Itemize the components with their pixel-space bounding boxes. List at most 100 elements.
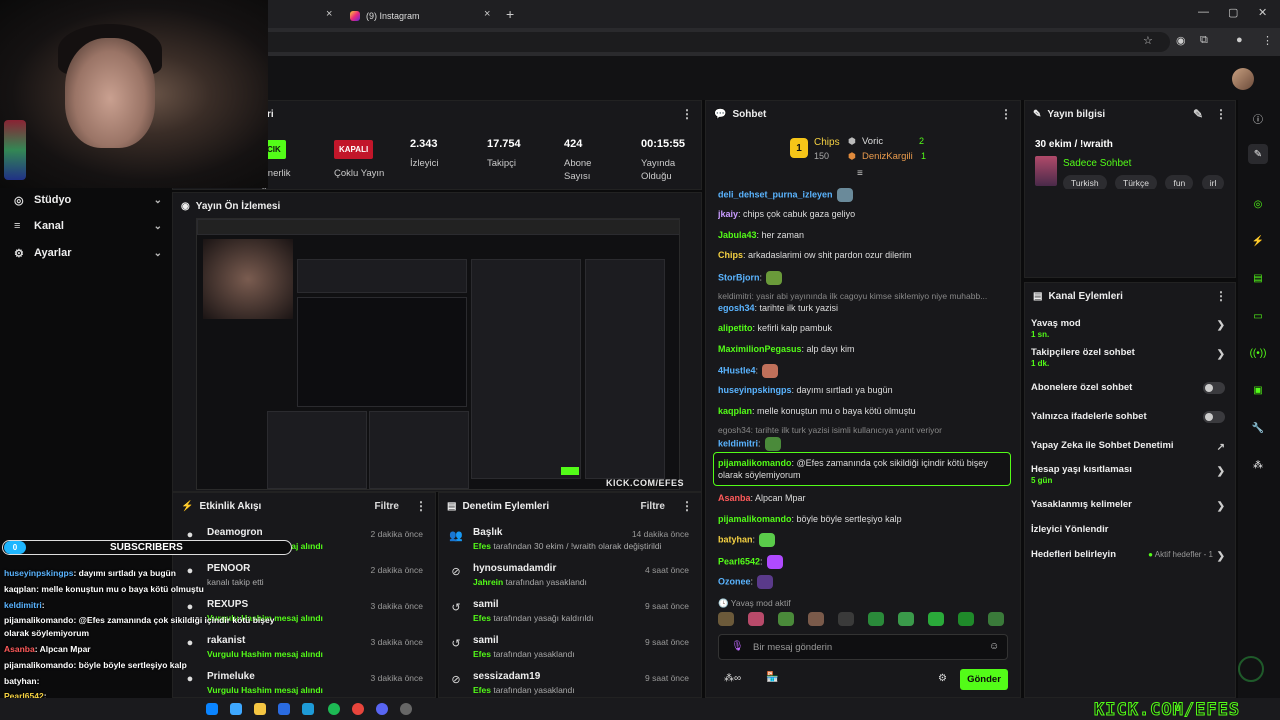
menu-icon[interactable]: ⋮ — [1262, 34, 1273, 47]
expand-icon[interactable]: ≡ — [857, 168, 863, 179]
extension-icon[interactable]: ◉ — [1176, 34, 1186, 47]
row-name[interactable]: Deamogron — [207, 527, 263, 538]
chat-message[interactable]: Jabula43: her zaman — [718, 229, 1010, 241]
action-raid[interactable]: İzleyici Yönlendir — [1031, 524, 1227, 535]
maximize-button[interactable]: ▢ — [1228, 6, 1238, 19]
profile-icon[interactable]: ● — [1236, 34, 1243, 46]
message-user[interactable]: MaximilionPegasus — [718, 344, 802, 354]
emote-icon[interactable] — [808, 612, 824, 626]
chat-message[interactable]: Asanba: Alpcan Mpar — [718, 492, 1010, 504]
highlighted-message[interactable]: pijamalikomando: @Efes zamanında çok sik… — [713, 452, 1011, 486]
more-options-icon[interactable]: ⋮ — [1000, 107, 1012, 121]
sidebar-item-channel[interactable]: ≡ Kanal ⌄ — [14, 215, 162, 237]
more-options-icon[interactable]: ⋮ — [681, 499, 693, 513]
chat-reply-context[interactable]: keldimitri: yasir abi yayınında ilk cago… — [718, 290, 1010, 302]
chat-reply-context[interactable]: egosh34: tarihte ilk turk yazisi isimli … — [718, 424, 1010, 436]
url-field[interactable] — [240, 32, 1170, 52]
row-name[interactable]: rakanist — [207, 635, 245, 646]
message-user[interactable]: Ozonee — [718, 576, 751, 586]
chat-message[interactable]: egosh34: tarihte ilk turk yazisi — [718, 302, 1010, 314]
message-user[interactable]: kaqplan — [718, 406, 752, 416]
stream-preview-video[interactable] — [196, 218, 680, 490]
row-name[interactable]: sessizadam19 — [473, 671, 540, 682]
chat-message[interactable]: batyhan: — [718, 533, 1010, 547]
store-icon[interactable]: 🏪 — [766, 672, 778, 683]
outlook-icon[interactable] — [278, 703, 290, 715]
row-name[interactable]: samil — [473, 635, 499, 646]
star-icon[interactable]: ☆ — [1143, 34, 1153, 47]
message-user[interactable]: Chips — [718, 250, 743, 260]
chat-message[interactable]: huseyinpskingps: dayımı sırtladı ya bugü… — [718, 384, 1010, 396]
action-banned-words[interactable]: Yasaklanmış kelimeler ❯ — [1031, 499, 1227, 512]
filter-button[interactable]: Filtre — [375, 501, 399, 512]
bolt-icon[interactable]: ⚡ — [1248, 231, 1268, 251]
tab-close-button[interactable]: × — [326, 8, 332, 20]
row-name[interactable]: Primeluke — [207, 671, 255, 682]
emote-icon[interactable] — [748, 612, 764, 626]
tab-close-button[interactable]: × — [484, 8, 490, 20]
app-icon[interactable] — [400, 703, 412, 715]
emote-icon[interactable] — [988, 612, 1004, 626]
message-user[interactable]: huseyinpskingps — [718, 385, 792, 395]
message-user[interactable]: StorBjorn — [718, 272, 760, 282]
action-ai-moderation[interactable]: Yapay Zeka ile Sohbet Denetimi ↗ — [1031, 440, 1227, 453]
chat-input[interactable]: 🎙 Bir mesaj gönderin ☺ — [718, 634, 1008, 660]
message-user[interactable]: deli_dehset_purna_izleyen — [718, 189, 833, 199]
avatar[interactable] — [1232, 68, 1254, 90]
chat-message[interactable]: alipetito: kefirli kalp pambuk — [718, 322, 1010, 334]
sidebar-item-studio[interactable]: ◎ Stüdyo ⌄ — [14, 189, 162, 211]
chat-message[interactable]: Pearl6542: — [718, 555, 1010, 569]
emote-icon[interactable] — [868, 612, 884, 626]
message-user[interactable]: alipetito — [718, 323, 753, 333]
row-name[interactable]: hynosumadamdir — [473, 563, 556, 574]
chat-message[interactable]: MaximilionPegasus: alp dayı kim — [718, 343, 1010, 355]
edge-icon[interactable] — [206, 703, 218, 715]
chat-message[interactable]: keldimitri: — [718, 437, 1010, 451]
emoji-icon[interactable]: ☺ — [989, 641, 999, 652]
target-icon[interactable]: ◎ — [1248, 194, 1268, 214]
category-thumbnail[interactable] — [1035, 156, 1057, 186]
tag[interactable]: Türkçe — [1115, 175, 1157, 189]
chat-message[interactable]: StorBjorn: — [718, 271, 1010, 285]
message-user[interactable]: Jabula43 — [718, 230, 757, 240]
more-options-icon[interactable]: ⋮ — [415, 499, 427, 513]
emote-only-toggle[interactable] — [1203, 411, 1225, 423]
message-user[interactable]: pijamalikomando — [718, 514, 792, 524]
row-name[interactable]: samil — [473, 599, 499, 610]
row-name[interactable]: REXUPS — [207, 599, 248, 610]
filter-button[interactable]: Filtre — [641, 501, 665, 512]
message-user[interactable]: batyhan — [718, 534, 753, 544]
close-window-button[interactable]: ✕ — [1258, 6, 1267, 19]
store-icon[interactable] — [302, 703, 314, 715]
row-actor[interactable]: Efes — [473, 649, 491, 659]
chat-message[interactable]: Chips: arkadaslarimi ow shit pardon ozur… — [718, 249, 1010, 261]
tag[interactable]: Turkish — [1063, 175, 1107, 189]
more-options-icon[interactable]: ⋮ — [681, 107, 693, 121]
message-user[interactable]: Asanba — [718, 493, 751, 503]
message-user[interactable]: egosh34 — [718, 303, 755, 313]
row-actor[interactable]: Efes — [473, 685, 491, 695]
discord-icon[interactable] — [376, 703, 388, 715]
sidebar-item-settings[interactable]: ⚙ Ayarlar ⌄ — [14, 242, 162, 264]
chat-message[interactable]: kaqplan: melle konuştun mu o baya kötü o… — [718, 405, 1010, 417]
chat-message[interactable]: 4Hustle4: — [718, 364, 1010, 378]
chrome-icon[interactable] — [352, 703, 364, 715]
emote-icon[interactable] — [838, 612, 854, 626]
category-name[interactable]: Sadece Sohbet — [1063, 158, 1131, 169]
row-actor[interactable]: Efes — [473, 613, 491, 623]
clipboard-icon[interactable]: ▤ — [1248, 268, 1268, 288]
row-actor[interactable]: Efes — [473, 541, 491, 551]
chat-message[interactable]: jkaiy: chips çok cabuk gaza geliyo — [718, 208, 1010, 220]
more-options-icon[interactable]: ⋮ — [1215, 107, 1227, 121]
tag[interactable]: fun — [1165, 175, 1194, 189]
edit-icon[interactable]: ✎ — [1193, 107, 1203, 121]
row-actor[interactable]: Jahrein — [473, 577, 503, 587]
points-icon[interactable]: ⁂∞ — [724, 673, 741, 684]
action-account-age[interactable]: Hesap yaşı kısıtlaması 5 gün ❯ — [1031, 464, 1227, 485]
emote-icon[interactable] — [718, 612, 734, 626]
puzzle-icon[interactable]: ⧉ — [1200, 34, 1208, 47]
emote-icon[interactable] — [898, 612, 914, 626]
emote-icon[interactable] — [958, 612, 974, 626]
message-user[interactable]: keldimitri — [718, 438, 758, 448]
emote-icon[interactable] — [928, 612, 944, 626]
